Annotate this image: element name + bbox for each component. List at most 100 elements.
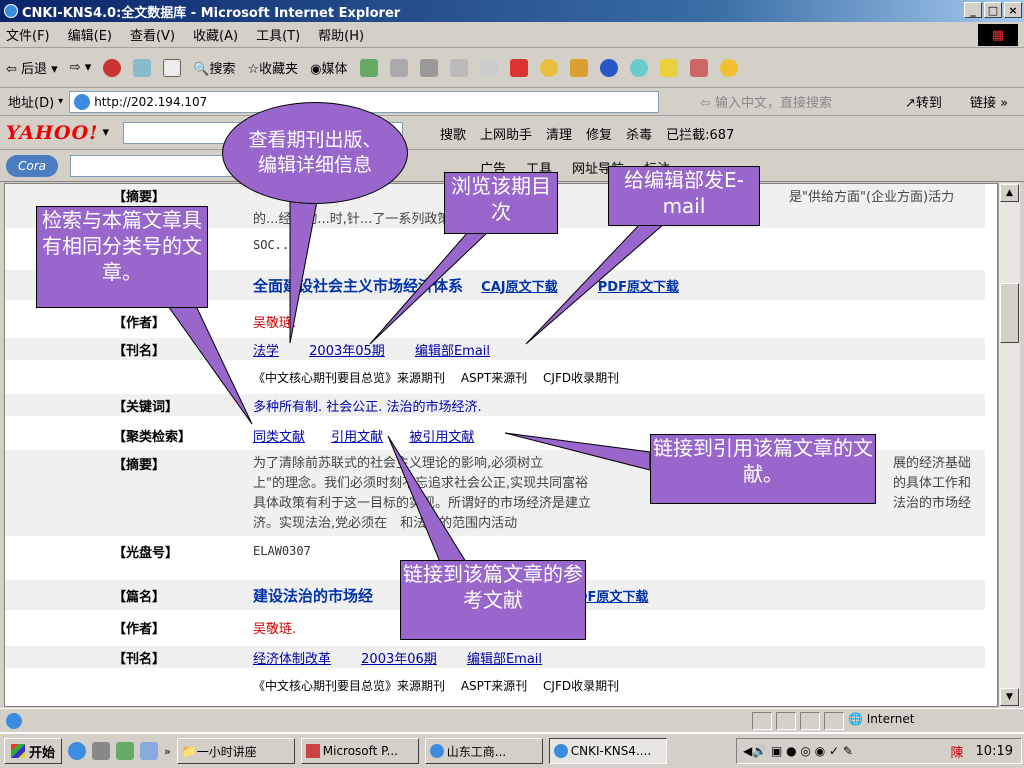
status-bar: 🌐 Internet — [0, 708, 1024, 732]
similar-docs-link[interactable]: 同类文献 — [253, 430, 305, 445]
discuss-icon[interactable] — [479, 58, 498, 77]
cited-docs-link[interactable]: 引用文献 — [331, 430, 383, 445]
record2-keywords[interactable]: 多种所有制. 社会公正. 法治的市场经济. — [253, 396, 482, 415]
yahoo-clean[interactable]: 清理 — [546, 124, 572, 143]
maximize-button[interactable]: □ — [984, 2, 1002, 18]
status-cell-3 — [800, 712, 820, 730]
record1-abstract-fragment: 是"供给方面"(企业方面)活力 — [789, 189, 955, 205]
record2-caj-download[interactable]: CAJ原文下载 — [481, 280, 557, 295]
address-label: 地址(D) — [8, 96, 55, 111]
yahoo-logo[interactable]: YAHOO! — [6, 122, 98, 144]
security-icon[interactable] — [599, 58, 618, 77]
vertical-scrollbar[interactable]: ▲ ▼ — [998, 183, 1020, 707]
cn-search-hint: 输入中文，直接搜索 — [715, 96, 833, 111]
stop-icon[interactable] — [103, 58, 122, 77]
history-icon[interactable] — [359, 58, 378, 77]
tray-icons[interactable]: ◀🔊 ▣ ● ◎ ◉ ✓ ✎ — [743, 744, 853, 758]
minimize-button[interactable]: _ — [964, 2, 982, 18]
edit-icon[interactable] — [449, 58, 468, 77]
record3-source: 《中文核心期刊要目总览》来源期刊 ASPT来源刊 CJFD收录期刊 — [253, 678, 620, 693]
record2-email-link[interactable]: 编辑部Email — [415, 344, 490, 359]
yahoo-search-song[interactable]: 搜歌 — [440, 124, 466, 143]
record3-email-link[interactable]: 编辑部Email — [467, 652, 542, 667]
record3-issue-link[interactable]: 2003年06期 — [361, 652, 437, 667]
record2-pdf-download[interactable]: PDF原文下载 — [598, 280, 679, 295]
links-button[interactable]: 链接 » — [970, 92, 1008, 111]
task-cnki[interactable]: CNKI-KNS4.... — [548, 738, 667, 764]
home-icon[interactable] — [163, 58, 182, 77]
print-icon[interactable] — [419, 58, 438, 77]
goto-button[interactable]: ↗转到 — [905, 92, 942, 111]
record2-abstract-label: 【摘要】 — [113, 458, 166, 473]
yahoo-helper[interactable]: 上网助手 — [480, 124, 532, 143]
scroll-thumb[interactable] — [1000, 283, 1019, 343]
cartoon-icon[interactable] — [659, 58, 678, 77]
refresh-icon[interactable] — [133, 58, 152, 77]
emoticon-icon[interactable] — [539, 58, 558, 77]
menu-edit[interactable]: 编辑(E) — [68, 25, 112, 44]
record3-title-link[interactable]: 建设法治的市场经 — [253, 587, 373, 605]
menu-view[interactable]: 查看(V) — [130, 25, 175, 44]
address-dropdown-icon[interactable]: ▾ — [58, 96, 63, 107]
quicklaunch-media-icon[interactable] — [140, 742, 159, 760]
mail-icon[interactable] — [389, 58, 408, 77]
yahoo-repair[interactable]: 修复 — [586, 124, 612, 143]
scroll-down-icon[interactable]: ▼ — [1000, 688, 1019, 706]
search-button[interactable]: 🔍搜索 — [193, 58, 235, 77]
task-powerpoint-label: Microsoft P... — [322, 744, 398, 758]
smiley-icon[interactable] — [719, 58, 738, 77]
ie-task-icon-2 — [553, 744, 568, 758]
back-button[interactable]: ⇦ 后退 ▾ — [6, 58, 58, 77]
record2-author-link[interactable]: 吴敬琏. — [253, 312, 296, 331]
window-titlebar: CNKI-KNS4.0:全文数据库 - Microsoft Internet E… — [0, 0, 1024, 22]
quicklaunch-desktop-icon[interactable] — [116, 742, 135, 760]
record2-journal-link[interactable]: 法学 — [253, 344, 279, 359]
standard-toolbar: ⇦ 后退 ▾ ⇨ ▾ 🔍搜索 ☆收藏夹 ◉媒体 — [0, 48, 1024, 88]
record3-journal-row: 【刊名】 经济体制改革 2003年06期 编辑部Email — [5, 646, 985, 668]
yahoo-dropdown-icon[interactable]: ▾ — [102, 125, 109, 140]
yahoo-antivirus[interactable]: 杀毒 — [626, 124, 652, 143]
task-powerpoint[interactable]: Microsoft P... — [300, 738, 419, 764]
task-shandong[interactable]: 山东工商... — [424, 738, 543, 764]
yahoo-blocked[interactable]: 已拦截:687 — [666, 124, 734, 143]
media-button[interactable]: ◉媒体 — [310, 58, 347, 77]
ie-icon — [4, 4, 18, 18]
callout-same-class: 检索与本篇文章具有相同分类号的文章。 — [36, 206, 208, 308]
callout-journal-detail: 查看期刊出版、编辑详细信息 — [222, 102, 408, 204]
forward-button[interactable]: ⇨ ▾ — [70, 60, 92, 75]
scroll-up-icon[interactable]: ▲ — [1000, 184, 1019, 202]
qq-icon[interactable] — [629, 58, 648, 77]
menu-favorites[interactable]: 收藏(A) — [193, 25, 238, 44]
record3-journal-link[interactable]: 经济体制改革 — [253, 652, 331, 667]
close-button[interactable]: × — [1004, 2, 1022, 18]
task-lecture[interactable]: 📁 一小时讲座 — [176, 738, 295, 764]
abstract-line-1: 为了清除前苏联式的社会主义理论的影响,必须树立 — [253, 456, 544, 471]
money-icon[interactable] — [569, 58, 588, 77]
quicklaunch-more-icon[interactable]: » — [164, 745, 171, 758]
quicklaunch-outlook-icon[interactable] — [92, 742, 111, 760]
callout-browse-toc: 浏览该期目次 — [444, 172, 558, 234]
menu-file[interactable]: 文件(F) — [6, 25, 50, 44]
record2-issue-link[interactable]: 2003年05期 — [309, 344, 385, 359]
record3-journal-label: 【刊名】 — [113, 651, 166, 667]
favorites-label: 收藏夹 — [259, 62, 299, 77]
ie-task-icon — [429, 744, 444, 758]
citing-docs-link[interactable]: 被引用文献 — [409, 430, 474, 445]
record1-disc: SOC...5 — [253, 238, 304, 252]
quicklaunch-ie-icon[interactable] — [68, 742, 87, 760]
menu-tools[interactable]: 工具(T) — [256, 25, 300, 44]
cn-search-input[interactable]: ⇦ 输入中文，直接搜索 — [700, 92, 886, 112]
favorites-button[interactable]: ☆收藏夹 — [247, 58, 298, 77]
address-bar: 地址(D) ▾ http://202.194.107 ⇦ 输入中文，直接搜索 ↗… — [0, 88, 1024, 116]
record2-disc-row: 【光盘号】 ELAW0307 — [5, 540, 985, 562]
messenger-icon[interactable] — [509, 58, 528, 77]
callout-citing-link: 链接到引用该篇文章的文献。 — [650, 434, 876, 504]
addon-icon[interactable] — [689, 58, 708, 77]
menu-help[interactable]: 帮助(H) — [318, 25, 364, 44]
record2-source-row: 《中文核心期刊要目总览》来源期刊 ASPT来源刊 CJFD收录期刊 — [5, 366, 985, 388]
start-button[interactable]: 开始 — [4, 738, 63, 764]
record3-author-link[interactable]: 吴敬琏. — [253, 618, 296, 637]
tray-ime-icon[interactable]: 陳 — [951, 742, 964, 761]
record2-title-link[interactable]: 全面建设社会主义市场经济体系 — [253, 277, 463, 295]
cora-logo[interactable]: Cora — [6, 154, 58, 177]
